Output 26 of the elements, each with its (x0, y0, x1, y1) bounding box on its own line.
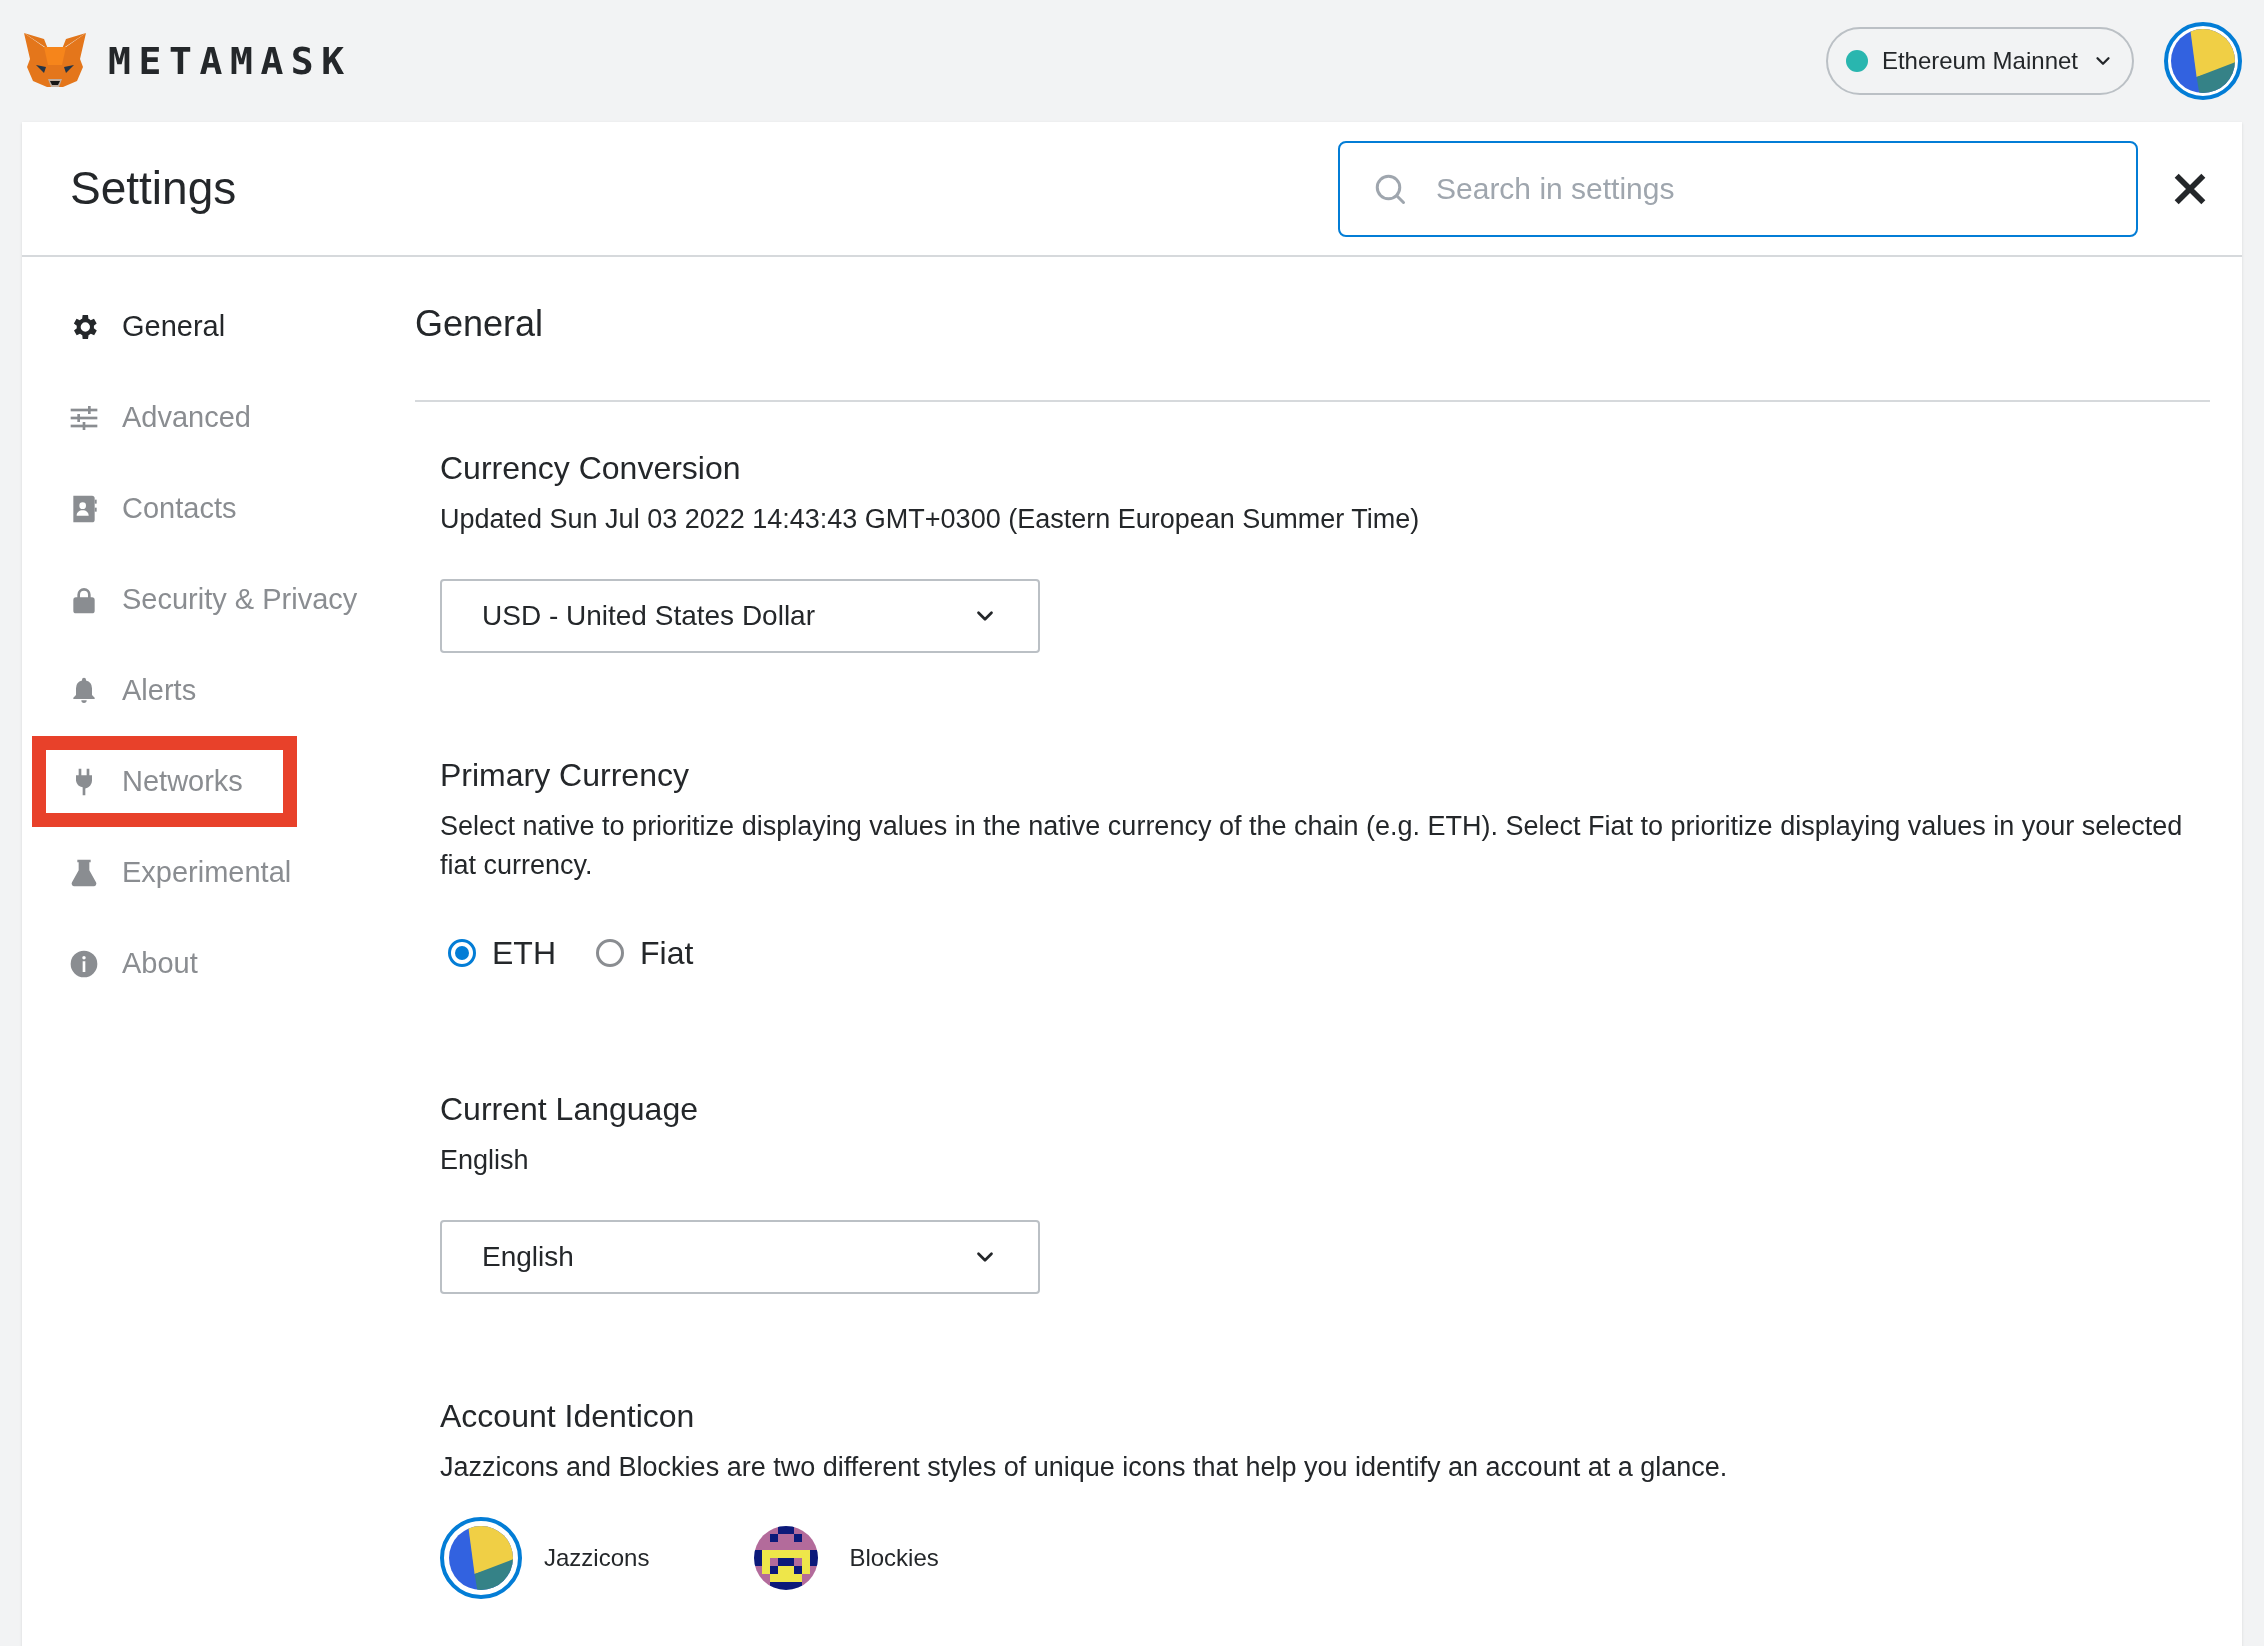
section-title: General (415, 301, 544, 346)
radio-button[interactable] (596, 939, 624, 967)
search-field[interactable]: Search in settings (1338, 140, 2138, 237)
dropdown[interactable]: English (440, 1220, 1040, 1294)
setting-description: Select native to prioritize displaying values in the native currency of the chain (e.g. ETH). Select Fiat to prioritize displaying values in your selected fiat currency. (440, 810, 2184, 882)
setting-description: English (440, 1144, 530, 1177)
setting-description: Jazzicons and Blockies are two different styles of unique icons that help you identify an account at a glance. (440, 1451, 1729, 1484)
setting-title: Currency Conversion (440, 449, 742, 488)
radio-option[interactable]: Fiat (596, 929, 694, 977)
blockie-icon (754, 1526, 819, 1590)
close-icon (2173, 171, 2207, 206)
jazzicon-icon (2171, 29, 2235, 93)
setting-title: Primary Currency (440, 756, 690, 795)
page-title: Settings (70, 161, 237, 216)
network-selector[interactable]: Ethereum Mainnet (1825, 27, 2134, 95)
jazzicon-icon (449, 1526, 513, 1590)
radio-button[interactable] (448, 939, 476, 967)
setting-description: Updated Sun Jul 03 2022 14:43:43 GMT+0300 (Eastern European Summer Time) (440, 503, 1421, 536)
identicon-option[interactable]: Jazzicons (440, 1517, 650, 1599)
setting-title: Current Language (440, 1090, 699, 1129)
brand-name: METAMASK (108, 37, 352, 85)
setting-title: Account Identicon (440, 1397, 696, 1436)
identicon-option[interactable]: Blockies (745, 1517, 939, 1599)
radio-option[interactable]: ETH (448, 929, 556, 977)
dropdown[interactable]: USD - United States Dollar (440, 579, 1040, 653)
sidebar-item[interactable]: General (32, 281, 280, 372)
